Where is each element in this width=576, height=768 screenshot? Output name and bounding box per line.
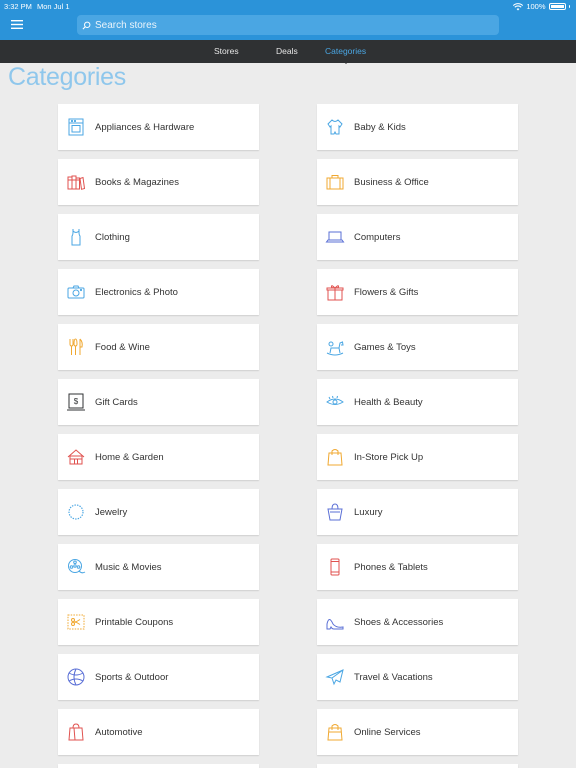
category-card-appliances-hardware[interactable]: Appliances & Hardware bbox=[58, 104, 259, 150]
status-date: Mon Jul 1 bbox=[37, 2, 70, 11]
page-title: Categories bbox=[8, 63, 126, 91]
gift-card-icon: $ bbox=[65, 391, 87, 413]
category-card-automotive[interactable]: Automotive bbox=[58, 709, 259, 755]
category-label: Automotive bbox=[95, 726, 143, 738]
wifi-icon bbox=[513, 2, 524, 10]
category-card-sports-outdoor[interactable]: Sports & Outdoor bbox=[58, 654, 259, 700]
search-icon bbox=[82, 21, 91, 29]
airplane-icon bbox=[324, 666, 346, 688]
category-card-food-wine[interactable]: Food & Wine bbox=[58, 324, 259, 370]
category-label: Online Services bbox=[354, 726, 421, 738]
active-tab-indicator bbox=[341, 59, 351, 64]
rocking-horse-icon bbox=[324, 336, 346, 358]
category-card-luxury[interactable]: Luxury bbox=[317, 489, 518, 535]
category-card-books-magazines[interactable]: Books & Magazines bbox=[58, 159, 259, 205]
category-label: Music & Movies bbox=[95, 561, 162, 573]
category-label: Gift Cards bbox=[95, 396, 138, 408]
search-input[interactable] bbox=[95, 19, 475, 31]
category-card-shoes-accessories[interactable]: Shoes & Accessories bbox=[317, 599, 518, 645]
category-label: Flowers & Gifts bbox=[354, 286, 419, 298]
category-card-partial[interactable] bbox=[58, 764, 259, 768]
category-label: Games & Toys bbox=[354, 341, 416, 353]
gift-icon bbox=[324, 281, 346, 303]
svg-text:$: $ bbox=[74, 397, 79, 406]
category-card-printable-coupons[interactable]: Printable Coupons bbox=[58, 599, 259, 645]
luxury-bag-icon bbox=[324, 501, 346, 523]
category-label: Appliances & Hardware bbox=[95, 121, 195, 133]
search-bar[interactable] bbox=[77, 15, 499, 35]
cutlery-icon bbox=[65, 336, 87, 358]
eye-lash-icon bbox=[324, 391, 346, 413]
ball-icon bbox=[65, 666, 87, 688]
shopping-bag-icon bbox=[324, 446, 346, 468]
high-heel-icon bbox=[324, 611, 346, 633]
hamburger-menu-button[interactable] bbox=[8, 16, 26, 32]
category-card-health-beauty[interactable]: Health & Beauty bbox=[317, 379, 518, 425]
category-label: Phones & Tablets bbox=[354, 561, 428, 573]
category-label: Jewelry bbox=[95, 506, 128, 518]
briefcase-icon bbox=[324, 171, 346, 193]
category-card-travel-vacations[interactable]: Travel & Vacations bbox=[317, 654, 518, 700]
category-label: Health & Beauty bbox=[354, 396, 423, 408]
category-label: Shoes & Accessories bbox=[354, 616, 444, 628]
category-card-flowers-gifts[interactable]: Flowers & Gifts bbox=[317, 269, 518, 315]
baby-onesie-icon bbox=[324, 116, 346, 138]
tab-stores[interactable]: Stores bbox=[214, 46, 239, 56]
category-label: In-Store Pick Up bbox=[354, 451, 424, 463]
status-time: 3:32 PM bbox=[4, 2, 32, 11]
battery-tip bbox=[568, 5, 570, 8]
tank-top-icon bbox=[65, 226, 87, 248]
status-right: 100% bbox=[513, 2, 570, 11]
category-card-gift-cards[interactable]: $ Gift Cards bbox=[58, 379, 259, 425]
coupon-scissors-icon bbox=[65, 611, 87, 633]
necklace-icon bbox=[65, 501, 87, 523]
category-label: Electronics & Photo bbox=[95, 286, 178, 298]
category-label: Printable Coupons bbox=[95, 616, 174, 628]
status-bar: 3:32 PM Mon Jul 1 100% bbox=[0, 0, 576, 12]
category-card-games-toys[interactable]: Games & Toys bbox=[317, 324, 518, 370]
category-card-music-movies[interactable]: Music & Movies bbox=[58, 544, 259, 590]
category-label: Computers bbox=[354, 231, 401, 243]
top-bar: 3:32 PM Mon Jul 1 100% bbox=[0, 0, 576, 40]
category-grid: Appliances & Hardware Baby & Kids Books … bbox=[58, 104, 518, 768]
tab-bar: Stores Deals Categories bbox=[0, 40, 576, 63]
category-label: Sports & Outdoor bbox=[95, 671, 169, 683]
category-card-business-office[interactable]: Business & Office bbox=[317, 159, 518, 205]
hamburger-icon bbox=[11, 19, 23, 29]
category-card-computers[interactable]: Computers bbox=[317, 214, 518, 260]
category-label: Food & Wine bbox=[95, 341, 150, 353]
phone-icon bbox=[324, 556, 346, 578]
category-card-clothing[interactable]: Clothing bbox=[58, 214, 259, 260]
tab-categories[interactable]: Categories bbox=[325, 46, 366, 56]
house-icon bbox=[65, 446, 87, 468]
books-icon bbox=[65, 171, 87, 193]
online-bag-icon bbox=[324, 721, 346, 743]
category-label: Home & Garden bbox=[95, 451, 164, 463]
category-card-home-garden[interactable]: Home & Garden bbox=[58, 434, 259, 480]
category-card-in-store-pick-up[interactable]: In-Store Pick Up bbox=[317, 434, 518, 480]
category-label: Luxury bbox=[354, 506, 383, 518]
battery-percent: 100% bbox=[526, 2, 546, 11]
category-label: Books & Magazines bbox=[95, 176, 179, 188]
category-label: Business & Office bbox=[354, 176, 429, 188]
camera-icon bbox=[65, 281, 87, 303]
category-label: Travel & Vacations bbox=[354, 671, 433, 683]
category-card-partial[interactable] bbox=[317, 764, 518, 768]
laptop-icon bbox=[324, 226, 346, 248]
appliance-icon bbox=[65, 116, 87, 138]
category-card-jewelry[interactable]: Jewelry bbox=[58, 489, 259, 535]
category-card-phones-tablets[interactable]: Phones & Tablets bbox=[317, 544, 518, 590]
battery-icon bbox=[548, 3, 566, 10]
category-label: Baby & Kids bbox=[354, 121, 406, 133]
category-label: Clothing bbox=[95, 231, 130, 243]
category-card-baby-kids[interactable]: Baby & Kids bbox=[317, 104, 518, 150]
car-seat-icon bbox=[65, 721, 87, 743]
film-reel-icon bbox=[65, 556, 87, 578]
tab-deals[interactable]: Deals bbox=[276, 46, 298, 56]
category-card-electronics-photo[interactable]: Electronics & Photo bbox=[58, 269, 259, 315]
category-card-online-services[interactable]: Online Services bbox=[317, 709, 518, 755]
